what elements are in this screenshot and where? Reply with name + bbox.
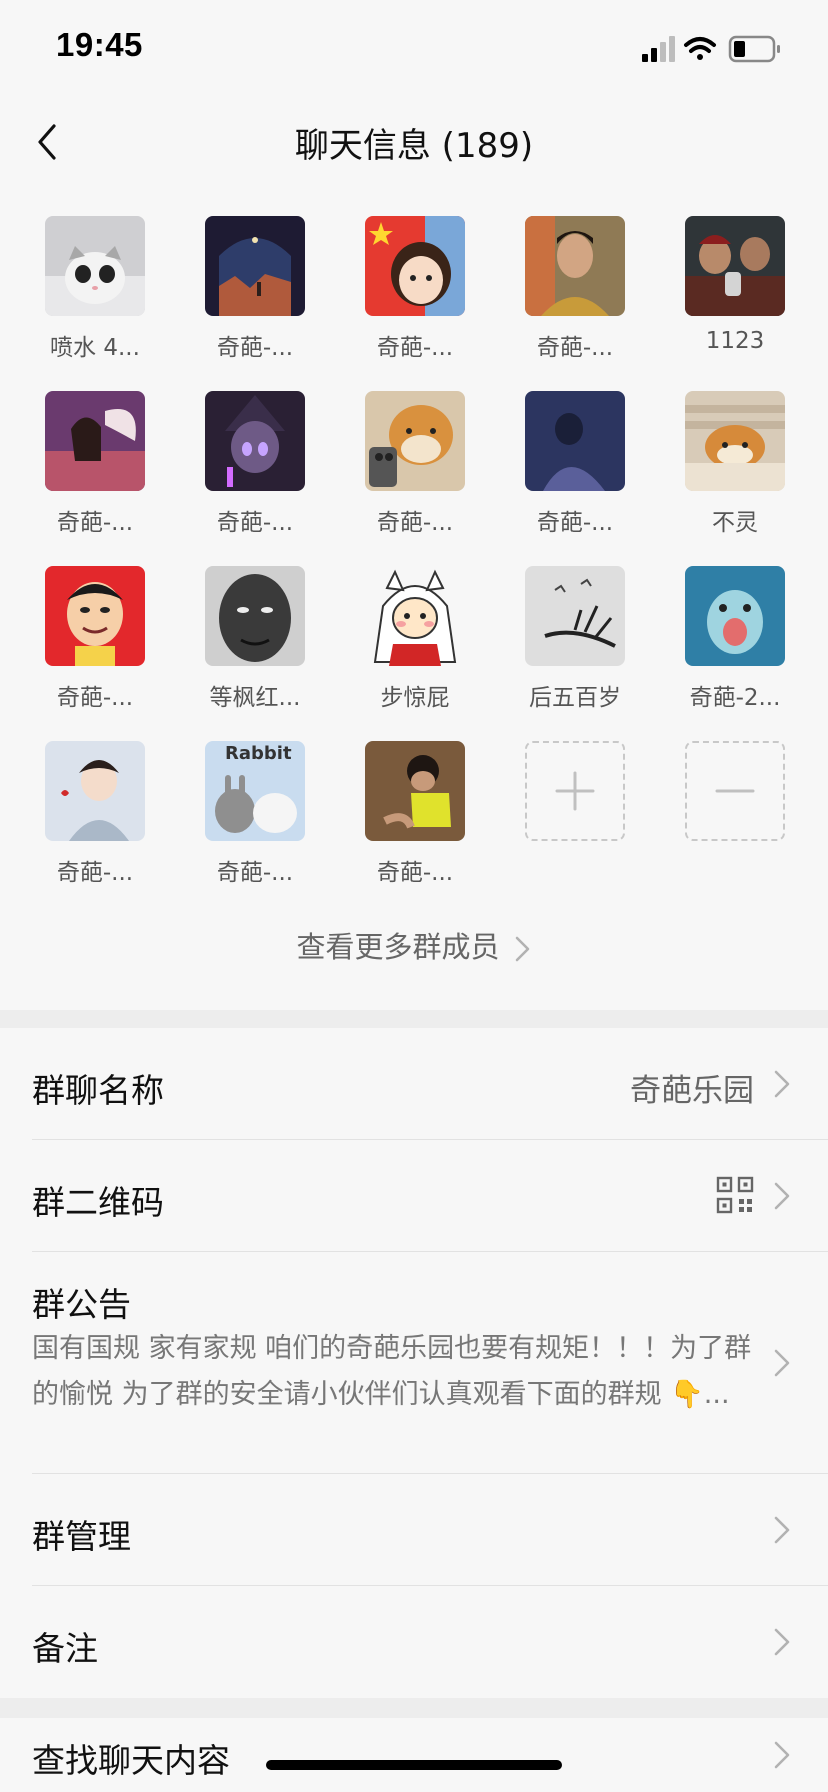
- chevron-right-icon: [774, 1182, 790, 1210]
- member-name: 奇葩-...: [536, 335, 614, 361]
- home-indicator[interactable]: [266, 1760, 562, 1770]
- blue-person-avatar: [525, 391, 625, 491]
- wifi-icon: [684, 37, 716, 60]
- member-item[interactable]: 奇葩-...: [180, 391, 320, 541]
- remove-member-box[interactable]: [685, 741, 785, 841]
- member-name: 奇葩-...: [376, 335, 454, 361]
- signal-icon: [642, 36, 675, 62]
- member-item[interactable]: 奇葩-...: [20, 741, 160, 891]
- member-item[interactable]: 不灵: [660, 391, 800, 541]
- chevron-right-icon: [774, 1628, 790, 1656]
- chevron-right-icon: [515, 936, 529, 962]
- member-item[interactable]: 奇葩-...: [20, 566, 160, 716]
- qr-code-row[interactable]: 群二维码: [0, 1140, 828, 1252]
- group-notice-text: 国有国规 家有家规 咱们的奇葩乐园也要有规矩！！！为了群的愉悦 为了群的安全请小…: [32, 1333, 752, 1410]
- battery-icon: [728, 35, 780, 63]
- member-item[interactable]: 步惊屁: [340, 566, 480, 716]
- members-panel: 19:45 聊天信息 (189) 喷水 4... 奇葩-... 奇葩-... 奇…: [0, 0, 828, 1010]
- member-item[interactable]: 奇葩-2...: [660, 566, 800, 716]
- remark-label: 备注: [32, 1629, 98, 1668]
- member-name: 奇葩-...: [216, 860, 294, 886]
- group-notice-label: 群公告: [32, 1285, 131, 1324]
- page-title: 聊天信息 (189): [294, 126, 534, 166]
- chevron-right-icon: [774, 1070, 790, 1098]
- chevron-right-icon: [774, 1741, 790, 1769]
- rabbit-avatar: Rabbit: [205, 741, 305, 841]
- chevron-right-icon: [774, 1349, 790, 1377]
- settings-list: 群聊名称 奇葩乐园 群二维码 群公告 国有国规 家有家规 咱们的奇葩乐园也要有规…: [0, 1028, 828, 1698]
- view-more-label: 查看更多群成员: [296, 930, 500, 964]
- member-name: 不灵: [712, 510, 758, 536]
- member-name: 喷水 4...: [50, 335, 140, 361]
- member-item[interactable]: Rabbit 奇葩-...: [180, 741, 320, 891]
- section-gap: [0, 1698, 828, 1718]
- svg-text:Rabbit: Rabbit: [225, 743, 292, 764]
- cat-avatar: [45, 216, 145, 316]
- child-photo-avatar: [365, 741, 465, 841]
- group-name-label: 群聊名称: [32, 1071, 164, 1110]
- status-icons: [642, 35, 780, 63]
- nav-bar: 聊天信息 (189): [0, 96, 828, 186]
- member-name: 奇葩-...: [216, 510, 294, 536]
- group-name-value: 奇葩乐园: [630, 1073, 754, 1109]
- member-item[interactable]: 等枫红...: [180, 566, 320, 716]
- movie-scene-avatar: [685, 216, 785, 316]
- blue-bird-avatar: [685, 566, 785, 666]
- member-name: 后五百岁: [529, 685, 621, 711]
- member-name: 奇葩-...: [536, 510, 614, 536]
- member-item[interactable]: 奇葩-...: [500, 216, 640, 366]
- member-name: 奇葩-...: [376, 510, 454, 536]
- member-name: 步惊屁: [380, 685, 450, 711]
- cartoon-face-avatar: [45, 566, 145, 666]
- member-name: 奇葩-...: [216, 335, 294, 361]
- member-name: 等枫红...: [209, 685, 301, 711]
- minus-icon: [715, 789, 755, 793]
- shiba-blanket-avatar: [685, 391, 785, 491]
- search-chat-content-label: 查找聊天内容: [32, 1741, 230, 1780]
- member-item[interactable]: 喷水 4...: [20, 216, 160, 366]
- member-item[interactable]: 奇葩-...: [180, 216, 320, 366]
- member-item[interactable]: 奇葩-...: [340, 391, 480, 541]
- member-item[interactable]: 1123: [660, 216, 800, 366]
- status-bar: 19:45: [0, 0, 828, 96]
- view-more-members-link[interactable]: 查看更多群成员: [0, 924, 828, 966]
- man-portrait-avatar: [525, 216, 625, 316]
- member-name: 奇葩-...: [56, 685, 134, 711]
- flag-girl-avatar: [365, 216, 465, 316]
- member-name: 1123: [705, 328, 765, 354]
- group-name-row[interactable]: 群聊名称 奇葩乐园: [0, 1028, 828, 1140]
- member-item[interactable]: 奇葩-...: [340, 216, 480, 366]
- member-name: 奇葩-...: [376, 860, 454, 886]
- inuyasha-dog-avatar: [365, 566, 465, 666]
- qr-code-label: 群二维码: [32, 1183, 164, 1222]
- shiba-phone-avatar: [365, 391, 465, 491]
- bw-man-avatar: [205, 566, 305, 666]
- ink-branch-avatar: [525, 566, 625, 666]
- group-notice-row[interactable]: 群公告 国有国规 家有家规 咱们的奇葩乐园也要有规矩！！！为了群的愉悦 为了群的…: [0, 1252, 828, 1474]
- remove-member-button[interactable]: [660, 741, 800, 891]
- member-item[interactable]: 后五百岁: [500, 566, 640, 716]
- add-member-box[interactable]: [525, 741, 625, 841]
- member-item[interactable]: 奇葩-...: [340, 741, 480, 891]
- member-name: 奇葩-2...: [689, 685, 781, 711]
- status-time: 19:45: [56, 26, 143, 63]
- group-manage-label: 群管理: [32, 1517, 131, 1556]
- member-item[interactable]: 奇葩-...: [20, 391, 160, 541]
- plus-icon: [555, 771, 595, 811]
- boy-illustration-avatar: [45, 741, 145, 841]
- member-name: 奇葩-...: [56, 510, 134, 536]
- add-member-button[interactable]: [500, 741, 640, 891]
- member-item[interactable]: 奇葩-...: [500, 391, 640, 541]
- search-chat-content-row[interactable]: 查找聊天内容: [0, 1718, 828, 1792]
- qr-code-icon: [716, 1176, 754, 1214]
- angel-woman-avatar: [45, 391, 145, 491]
- member-name: 奇葩-...: [56, 860, 134, 886]
- remark-row[interactable]: 备注: [0, 1586, 828, 1698]
- chevron-right-icon: [774, 1516, 790, 1544]
- anime-witch-avatar: [205, 391, 305, 491]
- group-manage-row[interactable]: 群管理: [0, 1474, 828, 1586]
- night-window-avatar: [205, 216, 305, 316]
